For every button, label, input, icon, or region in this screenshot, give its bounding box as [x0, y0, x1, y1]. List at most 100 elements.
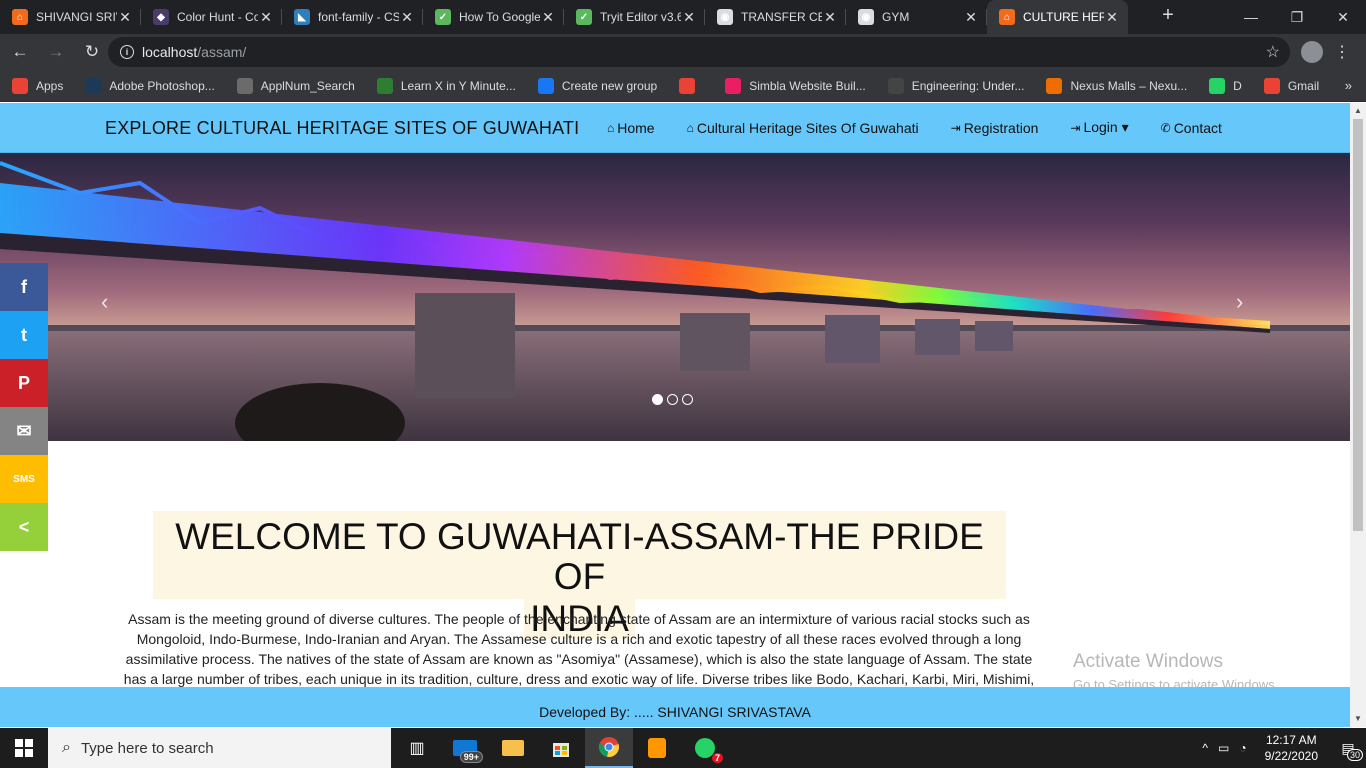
bookmark-item[interactable]: Adobe Photoshop... — [85, 77, 215, 94]
bookmark-favicon-icon — [12, 77, 28, 94]
bookmark-item[interactable]: Simbla Website Buil... — [725, 77, 866, 94]
tab-close-icon[interactable]: ✕ — [117, 9, 133, 26]
bookmark-label: Gmail — [1287, 78, 1320, 93]
bookmark-item[interactable]: ApplNum_Search — [236, 77, 355, 94]
battery-icon[interactable]: ▭ — [1218, 741, 1229, 755]
tray-overflow-icon[interactable]: ^ — [1202, 741, 1208, 755]
bookmark-item[interactable]: Create new group — [537, 77, 658, 94]
carousel-indicator-dot[interactable] — [667, 394, 678, 405]
facebook-share-button[interactable]: f — [0, 263, 48, 311]
facebook-icon: f — [21, 276, 27, 297]
back-button[interactable]: ← — [4, 36, 36, 68]
bookmarks-overflow-icon[interactable]: » — [1345, 78, 1352, 93]
email-share-button[interactable]: ✉ — [0, 407, 48, 455]
bookmark-favicon-icon — [236, 77, 253, 94]
nav-link[interactable]: ⇥ Registration — [951, 119, 1039, 136]
bookmark-star-icon[interactable]: ☆ — [1266, 42, 1280, 62]
tab-close-icon[interactable]: ✕ — [540, 9, 556, 26]
nav-link[interactable]: ⇥ Login ▾ — [1070, 119, 1128, 136]
browser-tab[interactable]: ⌂ SHIVANGI SRIVASTAVA✕ — [0, 0, 141, 34]
bookmark-item[interactable]: Gmail — [1263, 77, 1320, 94]
profile-avatar[interactable] — [1301, 41, 1323, 63]
reload-button[interactable]: ↻ — [76, 36, 108, 68]
wifi-icon[interactable]: ◔ — [1239, 741, 1246, 755]
bookmark-label: Learn X in Y Minute... — [400, 78, 516, 93]
bookmark-label: Create new group — [561, 78, 658, 93]
tab-close-icon[interactable]: ✕ — [399, 9, 415, 26]
system-clock[interactable]: 12:17 AM 9/22/2020 — [1265, 732, 1318, 764]
taskbar-whatsapp[interactable]: 7 — [681, 728, 729, 768]
bookmark-item[interactable]: D — [1209, 77, 1242, 94]
bridge-pier — [680, 313, 750, 371]
page-scrollbar[interactable]: ▲ ▼ — [1350, 103, 1366, 727]
tab-close-icon[interactable]: ✕ — [681, 9, 697, 26]
bridge-pier — [915, 319, 960, 355]
bookmark-item[interactable] — [679, 77, 703, 94]
task-view-button[interactable]: ▥ — [393, 728, 441, 768]
nav-link[interactable]: ⌂ Home — [607, 119, 655, 136]
taskbar-store[interactable] — [537, 728, 585, 768]
activate-windows-watermark: Activate Windows Go to Settings to activ… — [1073, 651, 1278, 692]
carousel-indicator-dot[interactable] — [682, 394, 693, 405]
minimize-button[interactable]: — — [1228, 0, 1274, 34]
taskbar-chrome[interactable] — [585, 728, 633, 768]
nav-link[interactable]: ⌂ Cultural Heritage Sites Of Guwahati — [687, 119, 919, 136]
taskbar-search[interactable]: ⌕ Type here to search — [48, 728, 391, 768]
bookmark-item[interactable]: Apps — [12, 77, 63, 94]
twitter-icon: t — [21, 324, 27, 345]
bookmark-label: Simbla Website Buil... — [749, 78, 866, 93]
action-center-button[interactable]: ▤ 30 — [1330, 728, 1366, 768]
new-tab-button[interactable]: + — [1152, 4, 1184, 27]
tab-close-icon[interactable]: ✕ — [1104, 9, 1120, 26]
close-window-button[interactable]: ✕ — [1320, 0, 1366, 34]
bookmark-item[interactable]: Nexus Malls – Nexu... — [1046, 77, 1187, 94]
tab-title: Tryit Editor v3.6 — [600, 10, 681, 24]
browser-menu-icon[interactable]: ⋮ — [1334, 42, 1350, 62]
sharethis-share-button[interactable]: < — [0, 503, 48, 551]
bookmark-item[interactable]: Engineering: Under... — [887, 77, 1024, 94]
scroll-up-arrow[interactable]: ▲ — [1350, 103, 1366, 119]
taskbar-search-placeholder: Type here to search — [80, 739, 214, 757]
carousel-prev-button[interactable]: ‹ — [101, 289, 108, 315]
restore-button[interactable]: ❐ — [1274, 0, 1320, 34]
search-icon: ⌕ — [62, 739, 71, 756]
carousel-next-button[interactable]: › — [1236, 289, 1243, 315]
scroll-down-arrow[interactable]: ▼ — [1350, 711, 1366, 727]
taskbar-file-explorer[interactable] — [489, 728, 537, 768]
browser-tab[interactable]: ◉ GYM ✕ — [846, 0, 987, 34]
browser-tab[interactable]: ◉ TRANSFER CERTIFICATE✕ — [705, 0, 846, 34]
tab-close-icon[interactable]: ✕ — [258, 9, 274, 26]
watermark-title: Activate Windows — [1073, 651, 1223, 672]
email-icon: ✉ — [16, 420, 32, 441]
tab-title: TRANSFER CERTIFICATE — [741, 10, 822, 24]
tab-favicon-icon: ◉ — [858, 9, 874, 25]
tab-title: font-family - CSS — [318, 10, 399, 24]
browser-tab[interactable]: ✓ Tryit Editor v3.6 ✕ — [564, 0, 705, 34]
nav-link[interactable]: ✆ Contact — [1161, 119, 1222, 136]
address-bar[interactable]: i localhost/assam/ ☆ — [108, 37, 1290, 67]
sms-icon: SMS — [13, 473, 35, 485]
browser-tab[interactable]: ◆ Color Hunt - Color Palettes✕ — [141, 0, 282, 34]
start-button[interactable] — [0, 728, 48, 768]
twitter-share-button[interactable]: t — [0, 311, 48, 359]
browser-tab[interactable]: ⌂ CULTURE HERITAGE✕ — [987, 0, 1128, 34]
tab-close-icon[interactable]: ✕ — [963, 9, 979, 26]
chrome-icon — [598, 737, 619, 757]
forward-button[interactable]: → — [40, 36, 72, 68]
site-navbar: EXPLORE CULTURAL HERITAGE SITES OF GUWAH… — [0, 103, 1350, 153]
bookmark-item[interactable]: Learn X in Y Minute... — [376, 77, 516, 94]
tab-close-icon[interactable]: ✕ — [822, 9, 838, 26]
nav-link-label: Registration — [963, 119, 1039, 136]
browser-tab[interactable]: ✓ How To Google Fonts✕ — [423, 0, 564, 34]
site-info-icon[interactable]: i — [120, 45, 134, 59]
sms-share-button[interactable]: SMS — [0, 455, 48, 503]
browser-tab[interactable]: ◣ font-family - CSS✕ — [282, 0, 423, 34]
scrollbar-thumb[interactable] — [1353, 119, 1363, 531]
taskbar-sublime[interactable] — [633, 728, 681, 768]
site-brand[interactable]: EXPLORE CULTURAL HERITAGE SITES OF GUWAH… — [105, 118, 579, 139]
tab-title: Color Hunt - Color Palettes — [177, 10, 258, 24]
pinterest-share-button[interactable]: P — [0, 359, 48, 407]
carousel-indicator-dot[interactable] — [652, 394, 663, 405]
tab-title: How To Google Fonts — [459, 10, 540, 24]
taskbar-mail[interactable]: 99+ — [441, 728, 489, 768]
